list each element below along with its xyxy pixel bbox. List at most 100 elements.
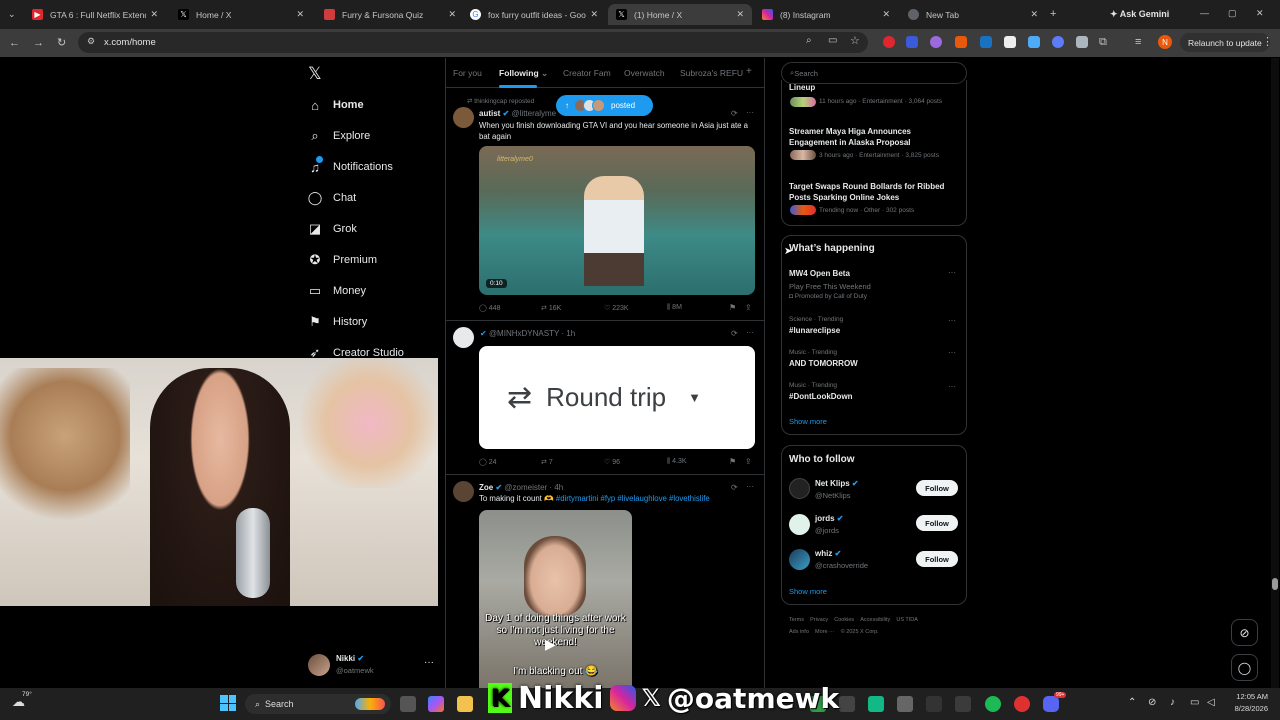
play-icon[interactable]: ▶: [545, 636, 556, 653]
close-icon[interactable]: ✕: [448, 9, 456, 20]
browser-tab-newtab[interactable]: New Tab ✕: [900, 4, 1046, 25]
address-bar[interactable]: ⚙ x.com/home ⌕ ▭ ☆: [78, 32, 868, 53]
follow-name[interactable]: jords ✔: [815, 514, 844, 523]
reply-button[interactable]: ◯ 448: [479, 304, 500, 312]
follow-button[interactable]: Follow: [916, 480, 958, 496]
hashtags[interactable]: #dirtymartini #fyp #livelaughlove #lovet…: [556, 494, 710, 503]
post-author[interactable]: Zoe ✔ @zomeister · 4h: [479, 483, 563, 492]
forward-icon[interactable]: →: [33, 36, 44, 50]
show-more-link[interactable]: Show more: [789, 587, 827, 596]
opera-icon[interactable]: [1014, 696, 1030, 712]
trend-more-icon[interactable]: ···: [948, 348, 956, 357]
clock-date[interactable]: 8/28/2026: [1226, 704, 1268, 713]
post-video[interactable]: litteralyme0 0:10: [479, 146, 755, 295]
mic-icon[interactable]: ♪: [1170, 697, 1175, 708]
copilot-icon[interactable]: [428, 696, 444, 712]
bookmark-star-icon[interactable]: ☆: [850, 34, 860, 47]
extension-icon[interactable]: [1052, 36, 1064, 48]
minimize-icon[interactable]: —: [1200, 6, 1209, 20]
repost-button[interactable]: ⇄ 7: [541, 458, 553, 466]
extension-icon[interactable]: [1004, 36, 1016, 48]
close-icon[interactable]: ✕: [590, 9, 598, 20]
avatar[interactable]: [453, 107, 474, 128]
trend-more-icon[interactable]: ···: [948, 268, 956, 277]
tab-overwatch[interactable]: Overwatch: [624, 68, 665, 78]
relaunch-button[interactable]: Relaunch to update: [1180, 33, 1270, 52]
close-icon[interactable]: ✕: [882, 9, 890, 20]
follow-name[interactable]: Net Klips ✔: [815, 479, 859, 488]
discord-icon[interactable]: [1043, 696, 1059, 712]
grok-post-icon[interactable]: ⟳: [731, 329, 738, 338]
nav-grok[interactable]: ◪ Grok: [308, 219, 357, 239]
footer-link-privacy[interactable]: Privacy: [810, 617, 828, 623]
repost-button[interactable]: ⇄ 16K: [541, 304, 561, 312]
footer-link-ads[interactable]: Ads info: [789, 629, 809, 635]
post-more-icon[interactable]: ···: [746, 482, 754, 491]
bookmark-icon[interactable]: ⚑: [729, 457, 736, 466]
extension-icon[interactable]: [955, 36, 967, 48]
avatar[interactable]: [789, 514, 810, 535]
taskbar-app-icon[interactable]: [839, 696, 855, 712]
views-button[interactable]: ⫼ 4.3K: [667, 458, 687, 466]
extensions-puzzle-icon[interactable]: ⧉: [1099, 35, 1107, 49]
follow-button[interactable]: Follow: [916, 515, 958, 531]
nav-explore[interactable]: ⌕ Explore: [308, 126, 370, 146]
avatar[interactable]: [789, 478, 810, 499]
close-icon[interactable]: ✕: [296, 9, 304, 20]
footer-link-cookies[interactable]: Cookies: [834, 617, 854, 623]
tab-search-icon[interactable]: ⌄: [8, 7, 16, 21]
tray-icon[interactable]: ⊘: [1148, 697, 1156, 708]
menu-dots-icon[interactable]: ⋮: [1262, 35, 1273, 49]
close-icon[interactable]: ✕: [150, 9, 158, 20]
browser-tab-google[interactable]: G fox furry outfit ideas - Goog ✕: [462, 4, 606, 25]
nav-money[interactable]: ▭ Money: [308, 281, 366, 301]
avatar[interactable]: [308, 654, 330, 676]
scrollbar[interactable]: [1271, 58, 1279, 688]
nav-notifications[interactable]: ♫ Notifications: [308, 156, 393, 177]
taskbar-app-icon[interactable]: [868, 696, 884, 712]
taskbar-app-icon[interactable]: [955, 696, 971, 712]
views-button[interactable]: ⫼ 8M: [667, 304, 682, 312]
nav-premium[interactable]: ✪ Premium: [308, 250, 377, 270]
add-tab-icon[interactable]: +: [746, 66, 752, 77]
extension-icon[interactable]: [883, 36, 895, 48]
account-name[interactable]: Nikki ✔: [336, 654, 364, 663]
taskbar-app-icon[interactable]: [926, 696, 942, 712]
trend-title[interactable]: #DontLookDown: [789, 392, 853, 401]
grok-post-icon[interactable]: ⟳: [731, 483, 738, 492]
post-more-icon[interactable]: ···: [746, 328, 754, 337]
nav-chat[interactable]: ◯ Chat: [308, 188, 357, 208]
reload-icon[interactable]: ↻: [57, 36, 66, 50]
site-info-icon[interactable]: ⚙: [87, 36, 95, 47]
footer-link-more[interactable]: More ···: [815, 629, 835, 635]
windows-start-icon[interactable]: [220, 695, 236, 711]
new-tab-icon[interactable]: +: [1050, 7, 1056, 21]
footer-link-terms[interactable]: Terms: [789, 617, 804, 623]
zoom-icon[interactable]: ⌕: [806, 35, 812, 46]
cast-icon[interactable]: ▭: [828, 35, 837, 46]
reply-button[interactable]: ◯ 24: [479, 458, 497, 466]
bookmark-icon[interactable]: ⚑: [729, 303, 736, 312]
profile-avatar[interactable]: N: [1158, 35, 1172, 49]
tab-for-you[interactable]: For you: [453, 68, 482, 78]
tab-following[interactable]: Following ⌄: [499, 68, 548, 79]
scrollbar-thumb[interactable]: [1272, 578, 1278, 590]
clock-time[interactable]: 12:05 AM: [1226, 692, 1268, 701]
maximize-icon[interactable]: ▢: [1228, 6, 1237, 20]
post-more-icon[interactable]: ···: [746, 108, 754, 117]
trend-title[interactable]: Lineup: [789, 83, 815, 92]
like-button[interactable]: ♡ 96: [604, 458, 620, 466]
share-icon[interactable]: ⇪: [745, 303, 752, 312]
avatar[interactable]: [453, 327, 474, 348]
back-icon[interactable]: ←: [9, 36, 20, 50]
extension-icon[interactable]: [980, 36, 992, 48]
messages-float-icon[interactable]: ◯: [1231, 654, 1258, 681]
browser-tab-instagram[interactable]: (8) Instagram ✕: [754, 4, 898, 25]
show-more-link[interactable]: Show more: [789, 417, 827, 426]
avatar[interactable]: [453, 481, 474, 502]
footer-link-accessibility[interactable]: Accessibility: [860, 617, 890, 623]
browser-tab-quiz[interactable]: Furry & Fursona Quiz ✕: [316, 4, 464, 25]
avatar[interactable]: [789, 549, 810, 570]
trend-title[interactable]: Streamer Maya Higa Announces Engagement …: [789, 126, 959, 148]
nav-history[interactable]: ⚑ History: [308, 312, 367, 332]
